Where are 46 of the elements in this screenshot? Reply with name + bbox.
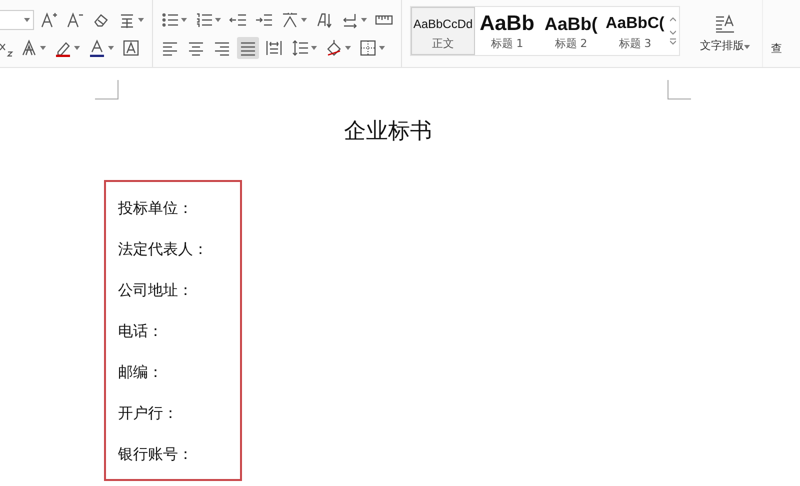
char-border-icon: [122, 38, 140, 56]
shading-icon: [325, 38, 343, 56]
caret-icon: [138, 18, 144, 22]
field-label: 邮编：: [118, 362, 164, 383]
field-label: 电话：: [118, 321, 164, 342]
text-direction-icon: [281, 10, 299, 28]
numbering-icon: [195, 10, 213, 28]
corner-mark-icon: [95, 80, 119, 100]
sort-icon: [315, 10, 333, 28]
style-option[interactable]: AaBbCcDd 正文: [411, 7, 475, 55]
text-effect-icon: [20, 38, 38, 56]
field-label: 投标单位：: [118, 198, 194, 219]
text-layout-button[interactable]: 文字排版: [688, 0, 763, 67]
field-label: 公司地址：: [118, 280, 194, 301]
corner-mark-icon: [667, 80, 691, 100]
style-option[interactable]: AaBb 标题 1: [475, 7, 539, 55]
caret-icon: [311, 46, 317, 50]
scroll-arrows-icon[interactable]: [670, 16, 676, 46]
caret-icon: [108, 46, 114, 50]
caret-icon: [744, 45, 750, 49]
bullets-icon: [161, 10, 179, 28]
distribute-icon: [265, 38, 283, 56]
font-size-field[interactable]: [0, 10, 34, 30]
shrink-font-icon: [66, 10, 84, 28]
caret-icon: [215, 18, 221, 22]
caret-icon: [40, 46, 46, 50]
line-spacing-icon: [291, 38, 309, 56]
field-label: 银行账号：: [118, 444, 194, 465]
caret-icon: [361, 18, 367, 22]
caret-icon: [379, 46, 385, 50]
grow-font-icon: [40, 10, 58, 28]
font-color-icon: [88, 38, 106, 56]
style-option[interactable]: AaBb( 标题 2: [539, 7, 603, 55]
caret-icon: [181, 18, 187, 22]
style-option[interactable]: AaBbC( 标题 3: [603, 7, 667, 55]
document-title: 企业标书: [344, 118, 432, 146]
caret-icon: [74, 46, 80, 50]
field-label: 法定代表人：: [118, 239, 209, 260]
borders-icon: [359, 38, 377, 56]
caret-icon: [301, 18, 307, 22]
text-layout-icon: [714, 14, 736, 34]
caret-icon: [345, 46, 351, 50]
justify-button[interactable]: [237, 36, 259, 58]
find-button[interactable]: 查: [763, 0, 782, 67]
caret-icon: [24, 18, 30, 22]
field-label: 开户行：: [118, 403, 179, 424]
